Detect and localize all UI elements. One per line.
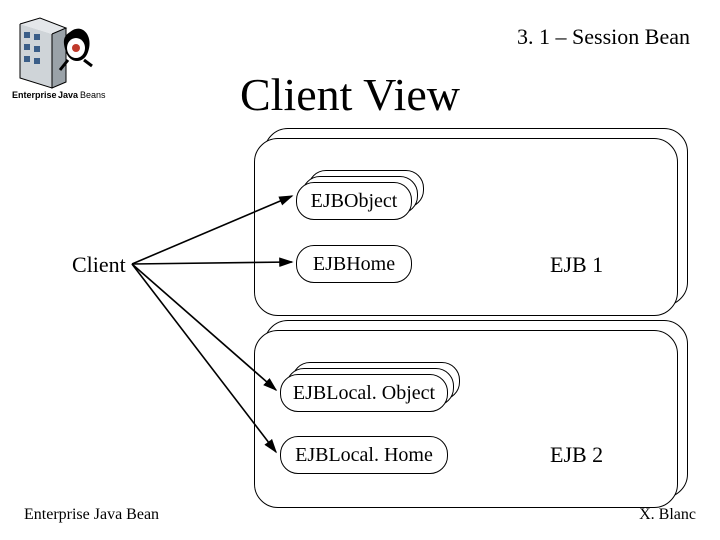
svg-text:Enterprise: Enterprise: [12, 90, 57, 100]
ejb-logo: Enterprise Java Beans: [10, 12, 110, 102]
ejb1-label: EJB 1: [550, 252, 603, 278]
footer-left: Enterprise Java Bean: [24, 506, 159, 524]
ejb-local-object-stack: EJBLocal. Object: [280, 374, 446, 410]
ejb-local-object-box: EJBLocal. Object: [280, 374, 448, 412]
footer-right: X. Blanc: [639, 506, 696, 524]
ejb-local-home-box: EJBLocal. Home: [280, 436, 448, 474]
ejb2-label: EJB 2: [550, 442, 603, 468]
section-header: 3. 1 – Session Bean: [517, 24, 690, 50]
container-ejb1-inner: [254, 138, 678, 316]
svg-text:Java: Java: [58, 90, 79, 100]
ejb-object-box: EJBObject: [296, 182, 412, 220]
slide: Enterprise Java Beans 3. 1 – Session Bea…: [0, 0, 720, 540]
container-ejb2-inner: [254, 330, 678, 508]
ejb-object-stack: EJBObject: [296, 182, 410, 218]
client-label: Client: [72, 252, 126, 278]
page-title: Client View: [240, 68, 460, 121]
svg-text:Beans: Beans: [80, 90, 106, 100]
ejb-home-box: EJBHome: [296, 245, 412, 283]
